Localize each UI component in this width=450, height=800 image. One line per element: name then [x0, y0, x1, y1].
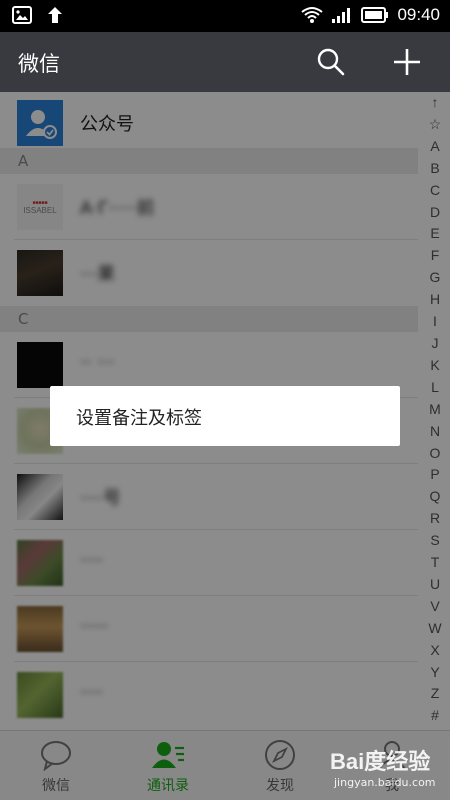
- context-menu: 设置备注及标签: [50, 386, 400, 446]
- battery-icon: [361, 7, 389, 23]
- baidu-jingyan-watermark: Bai度经验 jingyan.baidu.com: [330, 744, 446, 790]
- modal-overlay[interactable]: [0, 92, 450, 800]
- upload-arrow-icon: [48, 7, 62, 23]
- watermark-url: jingyan.baidu.com: [334, 776, 436, 789]
- signal-icon: [332, 8, 351, 23]
- title-bar: 微信: [0, 32, 450, 92]
- wifi-icon: [301, 7, 324, 23]
- search-icon[interactable]: [316, 47, 346, 77]
- image-icon: [12, 6, 32, 24]
- clock: 09:40: [397, 5, 440, 24]
- watermark-logo: Bai度经验: [330, 749, 431, 774]
- set-remark-and-tag-option[interactable]: 设置备注及标签: [76, 404, 202, 430]
- status-bar: 09:40: [0, 0, 450, 32]
- plus-icon[interactable]: [391, 46, 423, 78]
- page-title: 微信: [18, 52, 60, 76]
